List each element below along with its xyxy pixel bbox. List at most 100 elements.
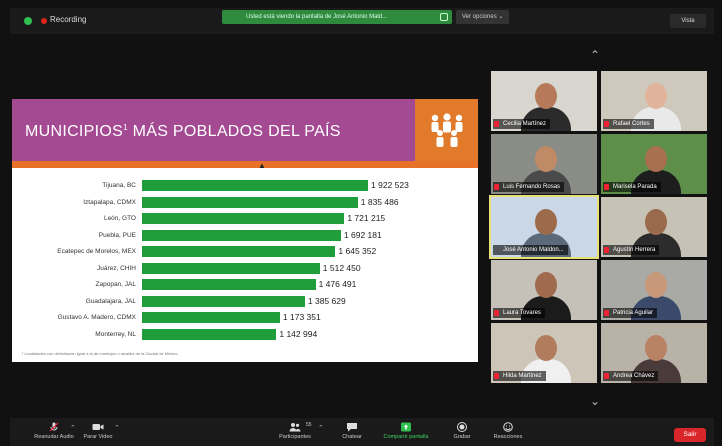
chat-label: Chatear xyxy=(342,434,362,440)
participants-label: Participantes xyxy=(279,434,311,440)
audio-label: Reanudar Audio xyxy=(34,434,74,440)
bar-row: Puebla, PUE 1 692 181 xyxy=(12,229,478,244)
bar-value-label: 1 645 352 xyxy=(338,246,377,256)
muted-microphone-icon xyxy=(494,184,499,190)
leave-button[interactable]: Salir xyxy=(674,428,706,442)
participant-tile[interactable]: Andrea Chávez xyxy=(601,323,707,383)
bar xyxy=(142,246,336,257)
bar xyxy=(142,295,305,307)
participant-tile[interactable]: Luis Fernando Rosas xyxy=(491,134,597,194)
zoom-window: Recording Usted está viendo la pantalla … xyxy=(0,0,722,446)
stop-video-button[interactable]: Parar Video xyxy=(78,418,118,446)
chat-button[interactable]: Chatear xyxy=(336,418,368,446)
slide-header-stripe xyxy=(12,161,478,168)
bar xyxy=(142,180,368,191)
participant-face xyxy=(535,209,557,235)
reactions-button[interactable]: Reacciones xyxy=(488,418,528,446)
recording-dot-icon xyxy=(41,18,47,24)
muted-microphone-icon xyxy=(604,184,609,190)
record-icon xyxy=(457,422,467,432)
participants-icon xyxy=(289,423,301,432)
participant-face xyxy=(645,146,667,172)
video-camera-icon xyxy=(92,424,104,430)
participant-tile[interactable]: Cecilia Martínez xyxy=(491,71,597,131)
screen-share-banner: Usted está viendo la pantalla de José An… xyxy=(222,10,452,24)
bar-row: Iztapalapa, CDMX 1 835 486 xyxy=(12,196,478,211)
participant-tile[interactable]: José Antonio Maldon... xyxy=(489,195,599,259)
muted-microphone-icon xyxy=(494,121,499,127)
bar-value-label: 1 476 491 xyxy=(318,279,357,289)
participant-name: Laura Tovares xyxy=(493,308,545,318)
participant-face xyxy=(645,83,667,109)
bar-value-label: 1 512 450 xyxy=(322,262,361,273)
share-screen-button[interactable]: Compartir pantalla xyxy=(376,418,436,446)
bar xyxy=(142,279,316,290)
bar-row: Guadalajara, JAL 1 385 629 xyxy=(12,295,478,310)
participant-name: Andrea Chávez xyxy=(603,371,659,381)
participant-name: Cecilia Martínez xyxy=(493,119,551,129)
bar-row: Ecatepec de Morelos, MEX 1 645 352 xyxy=(12,246,478,260)
bar xyxy=(142,262,320,274)
bar-row: Monterrey, NL 1 142 994 xyxy=(12,328,478,343)
muted-microphone-icon xyxy=(604,310,609,316)
participant-tile[interactable]: Hilda Martínez xyxy=(491,323,597,383)
participant-tile[interactable]: Agustín Herrera xyxy=(601,197,707,257)
video-caret-icon[interactable]: ⌃ xyxy=(114,424,120,432)
bar-category-label: Ecatepec de Morelos, MEX xyxy=(57,248,136,255)
scroll-down-chevron-icon[interactable]: ⌄ xyxy=(590,394,600,408)
participant-face xyxy=(645,335,667,361)
bar xyxy=(142,213,345,224)
bar-row: Tijuana, BC 1 922 523 xyxy=(12,180,478,194)
participant-face xyxy=(535,146,557,172)
bar-value-label: 1 173 351 xyxy=(282,312,321,322)
participant-name: Hilda Martínez xyxy=(493,371,546,381)
bar xyxy=(142,196,358,208)
slide-title: MUNICIPIOS1 MÁS POBLADOS DEL PAÍS xyxy=(25,123,341,140)
participants-caret-icon[interactable]: ⌃ xyxy=(318,424,324,432)
shared-slide: MUNICIPIOS1 MÁS POBLADOS DEL PAÍS ▲ Tiju… xyxy=(12,99,478,362)
participant-face xyxy=(535,335,557,361)
bar-value-label: 1 721 215 xyxy=(347,213,386,223)
bar-value-label: 1 385 629 xyxy=(307,295,346,306)
bar-row: Gustavo A. Madero, CDMX 1 173 351 xyxy=(12,312,478,326)
bar-category-label: Gustavo A. Madero, CDMX xyxy=(57,314,136,321)
view-options-button[interactable]: Ver opciones ⌄ xyxy=(456,10,510,24)
participant-tile[interactable]: Rafael Cortes xyxy=(601,71,707,131)
chat-bubble-icon xyxy=(347,423,357,432)
participants-count: 55 xyxy=(306,422,312,428)
participant-face xyxy=(535,83,557,109)
muted-microphone-icon xyxy=(604,121,609,127)
participant-name: José Antonio Maldon... xyxy=(493,245,568,255)
people-group-icon xyxy=(415,99,478,161)
participant-tile[interactable]: Patricia Aguilar xyxy=(601,260,707,320)
resume-audio-button[interactable]: Reanudar Audio xyxy=(32,418,76,446)
bar-category-label: León, GTO xyxy=(103,215,136,222)
bar xyxy=(142,312,280,323)
bar-category-label: Iztapalapa, CDMX xyxy=(83,198,136,206)
video-label: Parar Video xyxy=(83,434,113,440)
share-screen-label: Compartir pantalla xyxy=(383,434,429,440)
muted-microphone-icon xyxy=(494,310,499,316)
bar xyxy=(142,229,341,241)
record-button[interactable]: Grabar xyxy=(448,418,476,446)
bar-value-label: 1 692 181 xyxy=(343,229,382,240)
view-layout-button[interactable]: Vista xyxy=(670,14,706,28)
shield-icon[interactable] xyxy=(24,17,32,25)
share-window-icon[interactable] xyxy=(440,13,448,21)
audio-caret-icon[interactable]: ⌃ xyxy=(70,424,76,432)
bar-category-label: Puebla, PUE xyxy=(98,231,136,239)
participant-tile[interactable]: Laura Tovares xyxy=(491,260,597,320)
reactions-label: Reacciones xyxy=(493,434,523,440)
bar-row: León, GTO 1 721 215 xyxy=(12,213,478,227)
top-bar: Recording Usted está viendo la pantalla … xyxy=(10,8,714,34)
scroll-up-chevron-icon[interactable]: ⌃ xyxy=(590,48,600,62)
participant-face xyxy=(645,209,667,235)
participant-name: Rafael Cortes xyxy=(603,119,654,129)
participant-name: Marisela Parada xyxy=(603,182,661,192)
participant-tile[interactable]: Marisela Parada xyxy=(601,134,707,194)
mouse-pointer-icon: ▲ xyxy=(258,161,266,170)
bar-category-label: Guadalajara, JAL xyxy=(85,297,136,305)
screen-share-label: Usted está viendo la pantalla de José An… xyxy=(246,14,388,20)
muted-microphone-icon xyxy=(494,373,499,379)
muted-microphone-icon xyxy=(604,373,609,379)
